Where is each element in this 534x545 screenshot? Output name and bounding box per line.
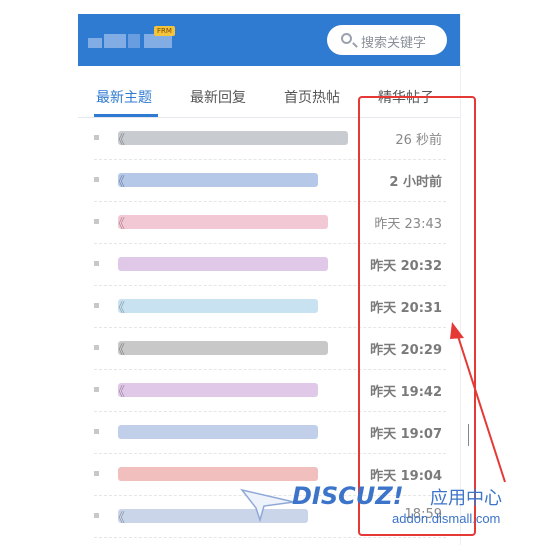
watermark-brand: DISCUZ!: [292, 482, 404, 510]
paper-plane-icon: [240, 488, 295, 522]
watermark-url: addon.dismall.com: [392, 511, 501, 526]
annotation-arrow: [450, 322, 506, 483]
watermark-label: 应用中心: [430, 488, 502, 509]
